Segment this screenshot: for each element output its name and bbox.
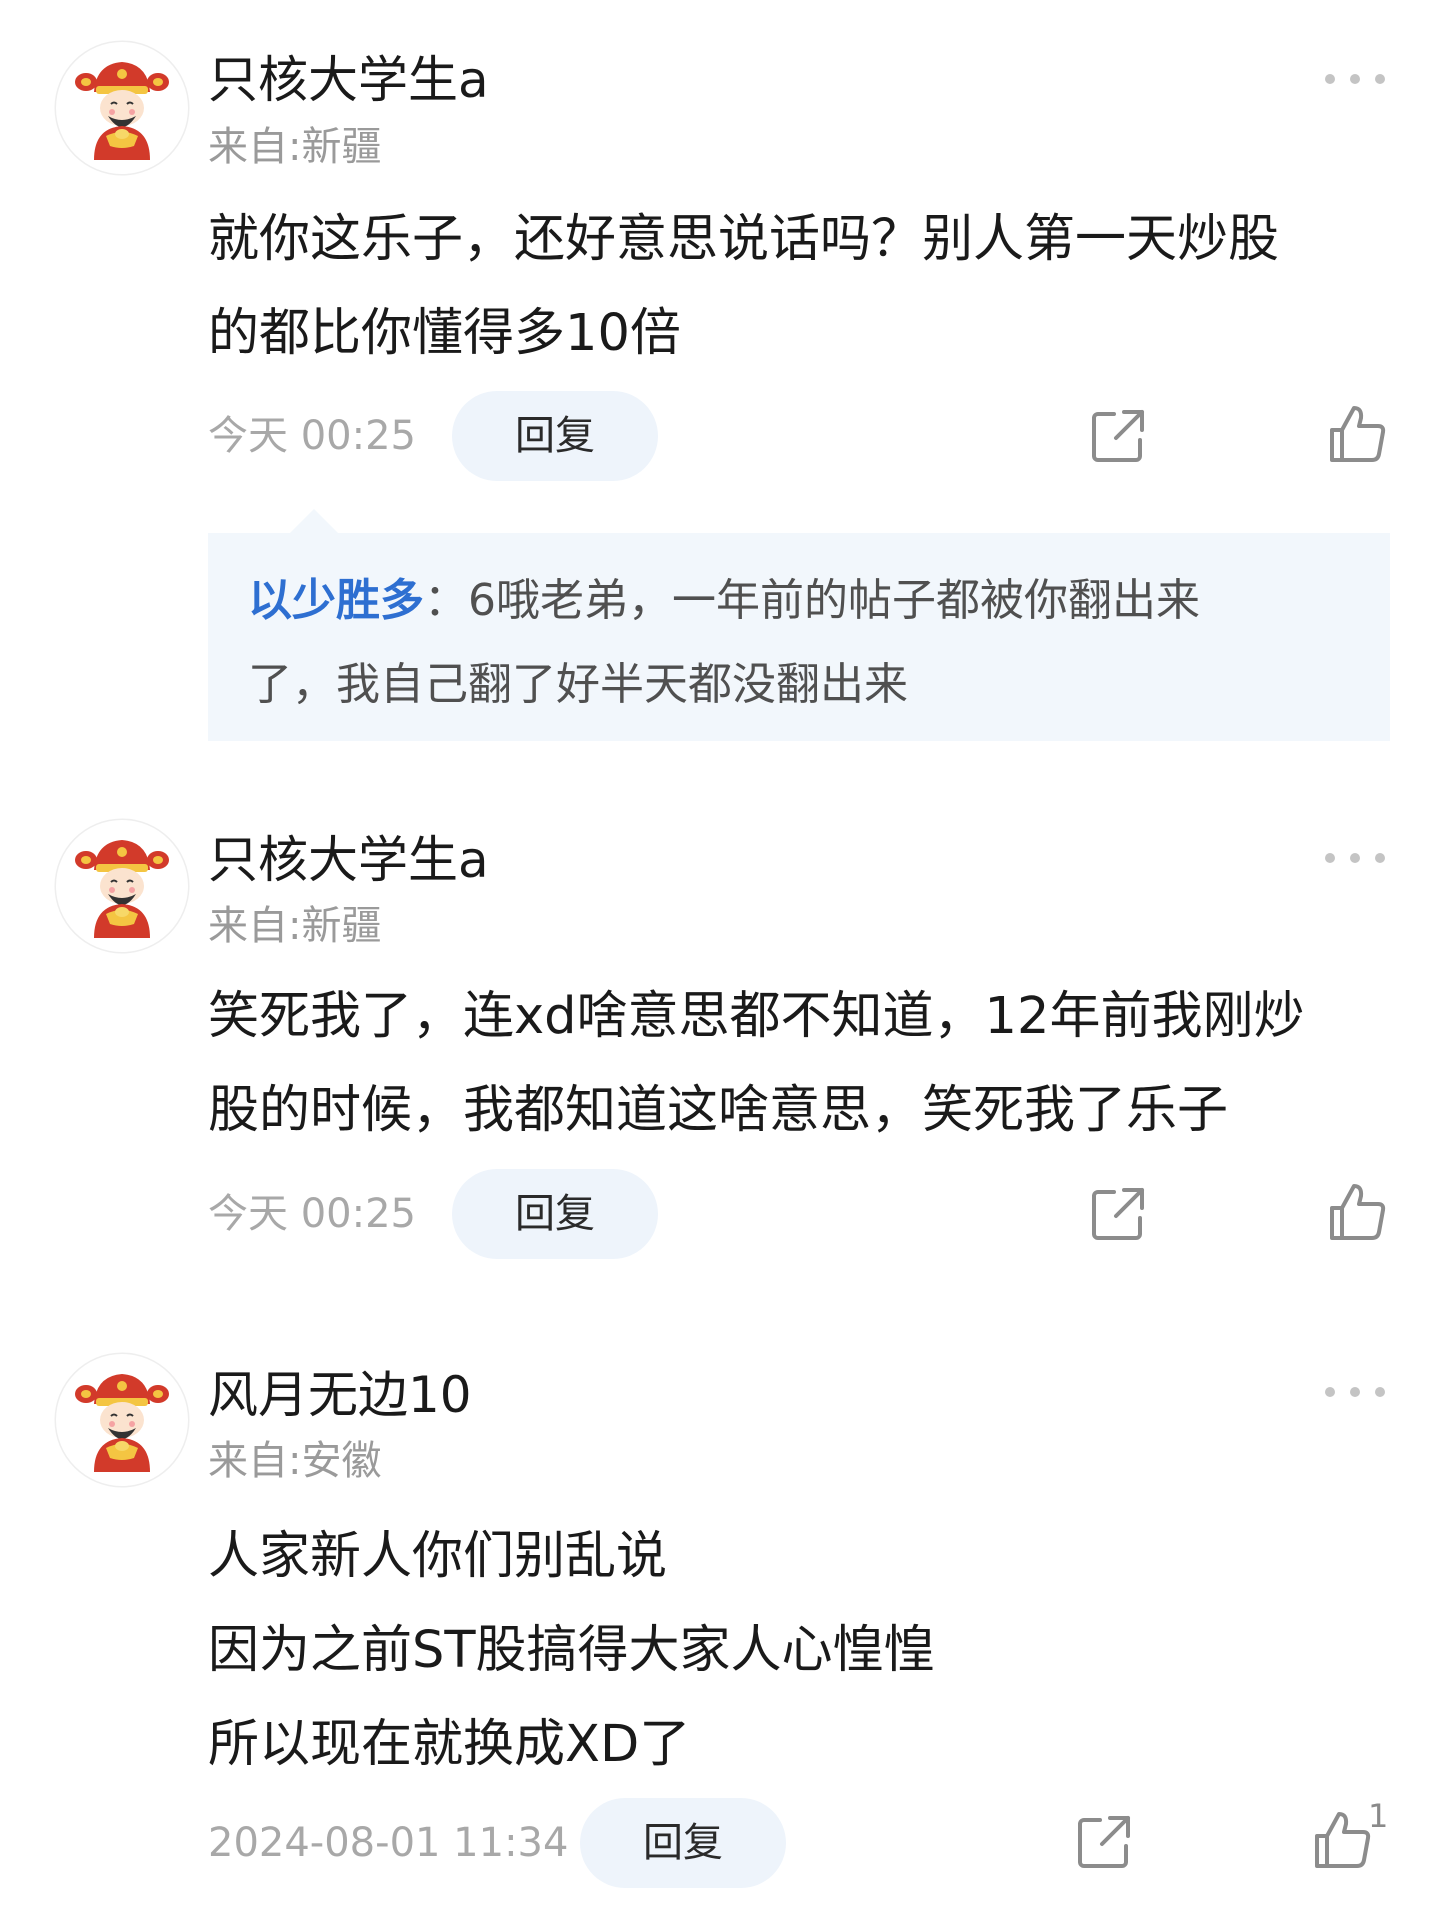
more-dots-icon (1325, 853, 1385, 863)
like-count: 1 (1368, 1797, 1389, 1835)
thumbs-up-icon (1330, 406, 1386, 462)
reply-box-pointer (290, 509, 338, 533)
username[interactable]: 只核大学生a (208, 50, 489, 110)
more-dots-icon (1325, 74, 1385, 84)
comment-body: 笑死我了，连xd啥意思都不知道，12年前我刚炒 股的时候，我都知道这啥意思，笑死… (208, 970, 1398, 1158)
comment-body-line: 股的时候，我都知道这啥意思，笑死我了乐子 (208, 1081, 1229, 1140)
avatar[interactable] (56, 42, 188, 174)
comment-body-line: 人家新人你们别乱说 (208, 1527, 668, 1586)
thumbs-up-icon (1315, 1812, 1371, 1868)
username[interactable]: 只核大学生a (208, 830, 489, 890)
like-button[interactable] (1326, 402, 1390, 466)
caishen-avatar-icon (74, 839, 170, 939)
more-dots-icon (1325, 1387, 1385, 1397)
comment-body: 就你这乐子，还好意思说话吗？别人第一天炒股 的都比你懂得多10倍 (208, 193, 1398, 381)
share-icon (1092, 410, 1144, 462)
comment-body-line: 的都比你懂得多10倍 (208, 304, 681, 363)
reply-button[interactable]: 回复 (580, 1798, 786, 1888)
comment-body-line: 就你这乐子，还好意思说话吗？别人第一天炒股 (208, 210, 1280, 269)
share-button[interactable] (1086, 404, 1150, 468)
reply-button[interactable]: 回复 (452, 391, 658, 481)
share-button[interactable] (1086, 1182, 1150, 1246)
share-icon (1078, 1816, 1130, 1868)
avatar[interactable] (56, 820, 188, 952)
like-button[interactable] (1326, 1180, 1390, 1244)
location-label: 来自:新疆 (208, 903, 382, 949)
reply-button[interactable]: 回复 (452, 1169, 658, 1259)
avatar[interactable] (56, 1354, 188, 1486)
timestamp: 2024-08-01 11:34 (208, 1820, 569, 1866)
more-options-button[interactable] (1320, 843, 1390, 873)
more-options-button[interactable] (1320, 1377, 1390, 1407)
caishen-avatar-icon (74, 1373, 170, 1473)
comment-body-line: 笑死我了，连xd啥意思都不知道，12年前我刚炒 (208, 987, 1305, 1046)
more-options-button[interactable] (1320, 64, 1390, 94)
location-label: 来自:安徽 (208, 1438, 382, 1484)
share-button[interactable] (1072, 1810, 1136, 1874)
thumbs-up-icon (1330, 1184, 1386, 1240)
sub-reply-separator: ： (424, 575, 468, 626)
share-icon (1092, 1188, 1144, 1240)
sub-reply-line: 6哦老弟，一年前的帖子都被你翻出来 (468, 575, 1200, 626)
comment-body-line: 所以现在就换成XD了 (208, 1715, 691, 1774)
like-button[interactable] (1311, 1808, 1375, 1872)
username[interactable]: 风月无边10 (208, 1365, 472, 1425)
sub-reply-line: 了，我自己翻了好半天都没翻出来 (248, 659, 908, 710)
sub-reply-box[interactable]: 以少胜多：6哦老弟，一年前的帖子都被你翻出来 了，我自己翻了好半天都没翻出来 (208, 533, 1390, 741)
comment-body-line: 因为之前ST股搞得大家人心惶惶 (208, 1621, 935, 1680)
caishen-avatar-icon (74, 61, 170, 161)
sub-reply-text: 以少胜多：6哦老弟，一年前的帖子都被你翻出来 了，我自己翻了好半天都没翻出来 (248, 559, 1358, 727)
sub-reply-author[interactable]: 以少胜多 (248, 575, 424, 626)
location-label: 来自:新疆 (208, 124, 382, 170)
timestamp: 今天 00:25 (208, 1191, 416, 1237)
timestamp: 今天 00:25 (208, 413, 416, 459)
comment-body: 人家新人你们别乱说 因为之前ST股搞得大家人心惶惶 所以现在就换成XD了 (208, 1510, 1398, 1792)
